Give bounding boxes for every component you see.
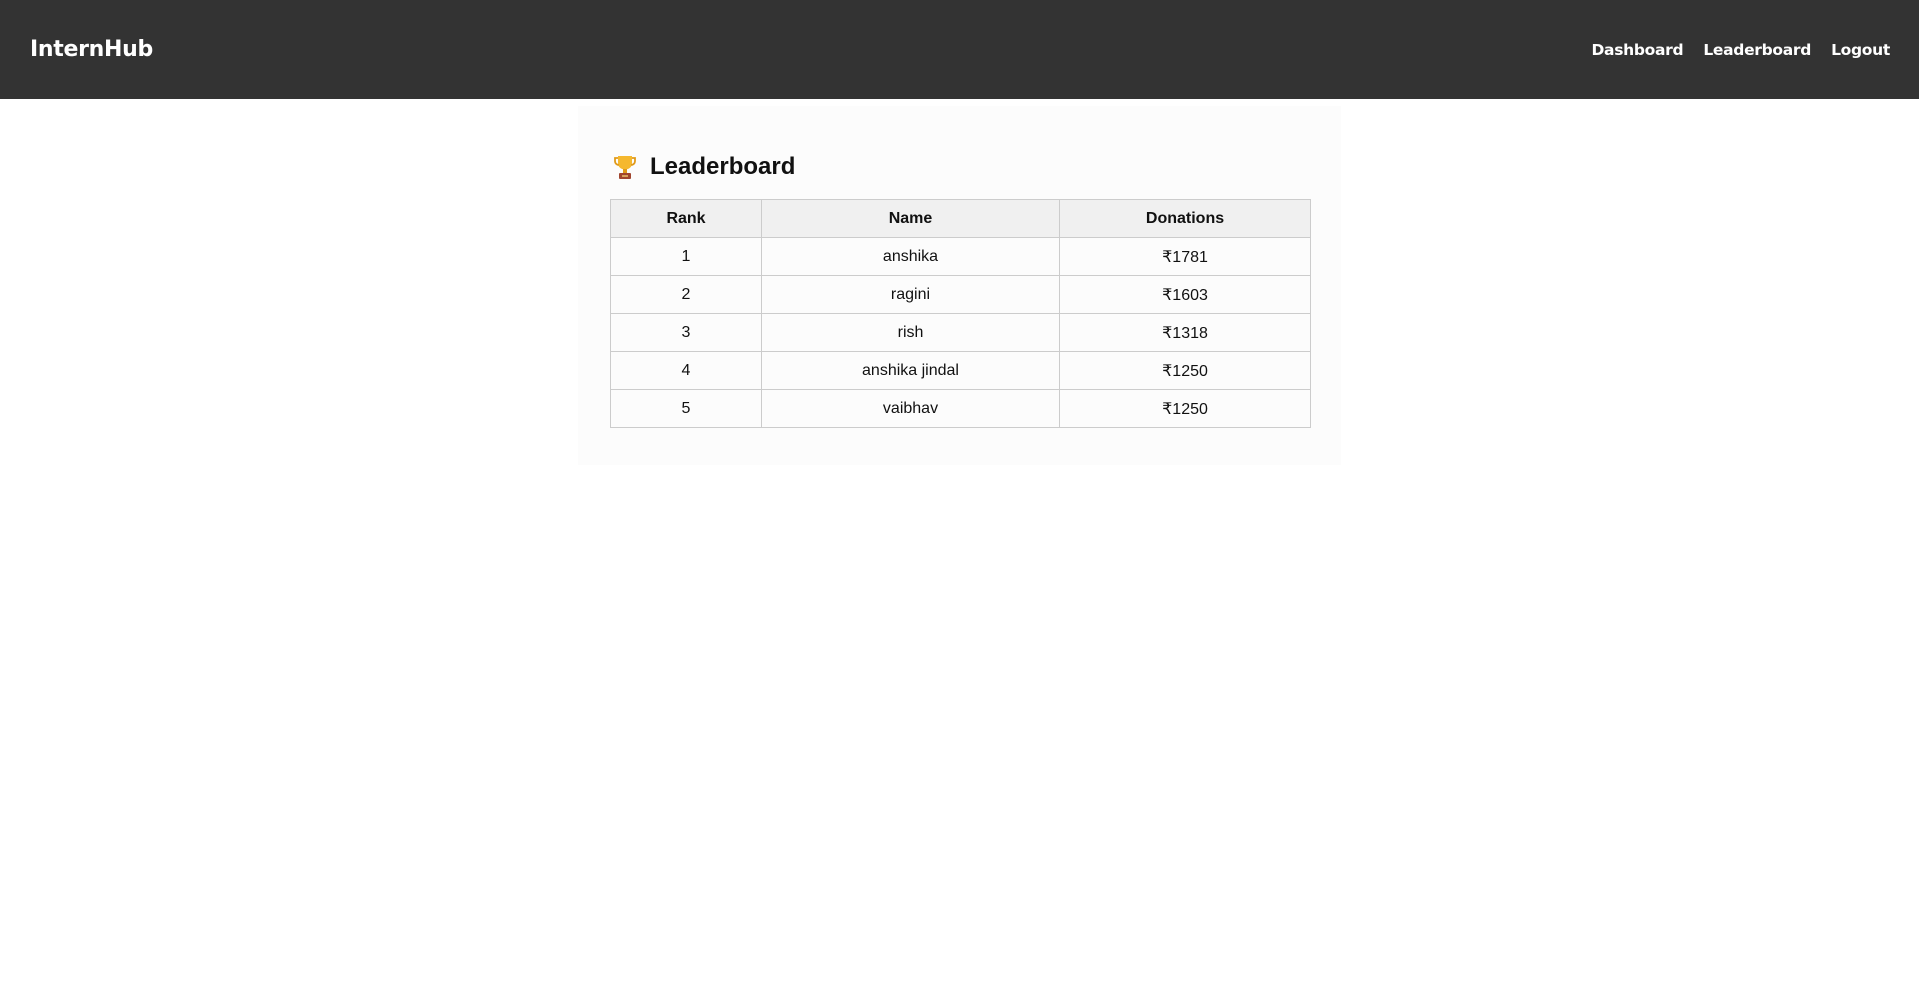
leaderboard-heading: Leaderboard [610, 151, 1309, 183]
name-cell: rish [761, 313, 1060, 352]
donations-cell: ₹1781 [1059, 237, 1311, 276]
table-row: 2 ragini ₹1603 [610, 275, 1311, 314]
donations-cell: ₹1250 [1059, 389, 1311, 428]
table-header-row: Rank Name Donations [610, 199, 1311, 238]
rank-cell: 1 [610, 237, 762, 276]
leaderboard-table: Rank Name Donations 1 anshika ₹1781 2 ra… [610, 199, 1311, 428]
column-header-donations: Donations [1059, 199, 1311, 238]
trophy-icon [614, 156, 636, 179]
name-cell: vaibhav [761, 389, 1060, 428]
nav-link-leaderboard[interactable]: Leaderboard [1703, 41, 1811, 59]
nav-link-dashboard[interactable]: Dashboard [1591, 41, 1683, 59]
nav-links: Dashboard Leaderboard Logout [1591, 41, 1890, 59]
donations-cell: ₹1318 [1059, 313, 1311, 352]
rank-cell: 4 [610, 351, 762, 390]
top-navbar: InternHub Dashboard Leaderboard Logout [0, 0, 1919, 99]
table-row: 5 vaibhav ₹1250 [610, 389, 1311, 428]
rank-cell: 5 [610, 389, 762, 428]
donations-cell: ₹1250 [1059, 351, 1311, 390]
name-cell: anshika jindal [761, 351, 1060, 390]
table-row: 1 anshika ₹1781 [610, 237, 1311, 276]
donations-cell: ₹1603 [1059, 275, 1311, 314]
rank-cell: 2 [610, 275, 762, 314]
column-header-rank: Rank [610, 199, 762, 238]
brand-logo[interactable]: InternHub [30, 37, 153, 62]
name-cell: ragini [761, 275, 1060, 314]
rank-cell: 3 [610, 313, 762, 352]
leaderboard-card: Leaderboard Rank Name Donations 1 anshik… [578, 106, 1341, 465]
page-title: Leaderboard [650, 153, 796, 180]
column-header-name: Name [761, 199, 1060, 238]
table-row: 4 anshika jindal ₹1250 [610, 351, 1311, 390]
table-row: 3 rish ₹1318 [610, 313, 1311, 352]
name-cell: anshika [761, 237, 1060, 276]
nav-link-logout[interactable]: Logout [1831, 41, 1890, 59]
